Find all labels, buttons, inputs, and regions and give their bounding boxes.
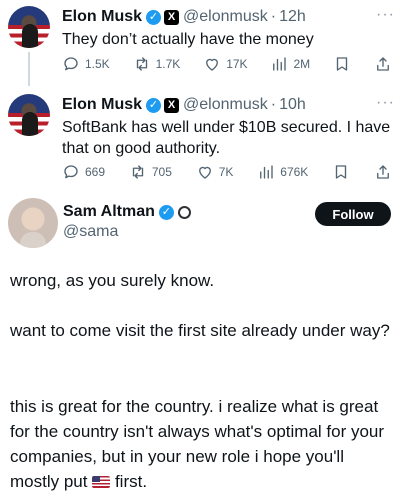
reply-count: 669: [85, 165, 106, 179]
separator-dot: ·: [270, 96, 277, 113]
post-paragraph: wrong, as you surely know.: [10, 271, 215, 290]
author-handle[interactable]: @elonmusk: [183, 8, 268, 26]
reply-button[interactable]: 1.5K: [62, 55, 110, 73]
author-name[interactable]: Elon Musk: [62, 8, 142, 26]
tweet-actions: 1.5K 1.7K 17K 2M: [62, 54, 392, 74]
bookmark-button[interactable]: [333, 55, 351, 73]
tweet-2[interactable]: Elon Musk ✓ X @elonmusk · 10h ··· SoftBa…: [0, 88, 405, 188]
tweet-header: Elon Musk ✓ X @elonmusk · 12h: [62, 8, 306, 26]
views-icon: [273, 57, 287, 71]
tweet-text: They don’t actually have the money: [62, 31, 314, 48]
share-icon: [377, 57, 389, 71]
verified-icon: ✓: [146, 97, 162, 113]
views-count: 676K: [280, 165, 309, 179]
more-icon[interactable]: ···: [376, 94, 395, 112]
views-button[interactable]: 2M: [270, 55, 310, 73]
tweet-actions: 669 705 7K 676K: [62, 162, 392, 182]
like-icon: [206, 58, 219, 71]
repost-count: 1.7K: [155, 57, 181, 71]
views-button[interactable]: 676K: [257, 163, 308, 181]
avatar[interactable]: [8, 198, 58, 248]
reply-count: 1.5K: [85, 57, 110, 71]
avatar[interactable]: [8, 6, 50, 48]
post-paragraph-final: this is great for the country. i realize…: [10, 394, 395, 494]
tweet-text: SoftBank has well under $10B secured. I …: [62, 119, 391, 157]
repost-icon: [132, 165, 144, 179]
more-icon[interactable]: ···: [376, 6, 395, 24]
author-handle[interactable]: @elonmusk: [183, 96, 268, 114]
post-paragraph-tail: first.: [114, 472, 148, 491]
tweet-1[interactable]: Elon Musk ✓ X @elonmusk · 12h ··· They d…: [0, 0, 405, 90]
like-button[interactable]: 7K: [196, 163, 234, 181]
share-button[interactable]: [374, 55, 392, 73]
reply-button[interactable]: 669: [62, 163, 105, 181]
timestamp[interactable]: 10h: [279, 96, 306, 114]
author-header: Sam Altman ✓: [63, 203, 191, 221]
author-name[interactable]: Elon Musk: [62, 96, 142, 114]
post-paragraph-text: this is great for the country. i realize…: [10, 397, 385, 491]
views-count: 2M: [293, 57, 311, 71]
like-icon: [198, 166, 211, 179]
verified-icon: ✓: [158, 204, 174, 220]
repost-button[interactable]: 705: [129, 163, 172, 181]
us-flag-emoji: [92, 476, 111, 488]
repost-count: 705: [151, 165, 172, 179]
x-affiliate-icon: X: [164, 9, 180, 25]
avatar[interactable]: [8, 94, 50, 136]
verified-icon: ✓: [146, 9, 162, 25]
thread-line: [28, 52, 30, 86]
author-handle[interactable]: @sama: [63, 223, 118, 241]
repost-button[interactable]: 1.7K: [133, 55, 181, 73]
reply-icon: [64, 165, 78, 179]
views-icon: [260, 165, 273, 179]
share-button[interactable]: [374, 163, 392, 181]
bookmark-button[interactable]: [332, 163, 350, 181]
separator-dot: ·: [270, 8, 277, 25]
author-name[interactable]: Sam Altman: [63, 203, 155, 221]
timestamp[interactable]: 12h: [279, 8, 306, 26]
openai-affiliate-icon: [177, 205, 191, 219]
like-button[interactable]: 17K: [203, 55, 248, 73]
reply-icon: [64, 57, 78, 71]
like-count: 7K: [218, 165, 234, 179]
x-affiliate-icon: X: [164, 97, 180, 113]
post-paragraph: want to come visit the first site alread…: [10, 321, 390, 340]
repost-icon: [136, 57, 147, 71]
bookmark-icon: [335, 165, 347, 179]
tweet-header: Elon Musk ✓ X @elonmusk · 10h: [62, 96, 306, 114]
follow-button[interactable]: Follow: [315, 202, 391, 226]
like-count: 17K: [226, 57, 248, 71]
bookmark-icon: [336, 57, 348, 71]
share-icon: [377, 165, 389, 179]
